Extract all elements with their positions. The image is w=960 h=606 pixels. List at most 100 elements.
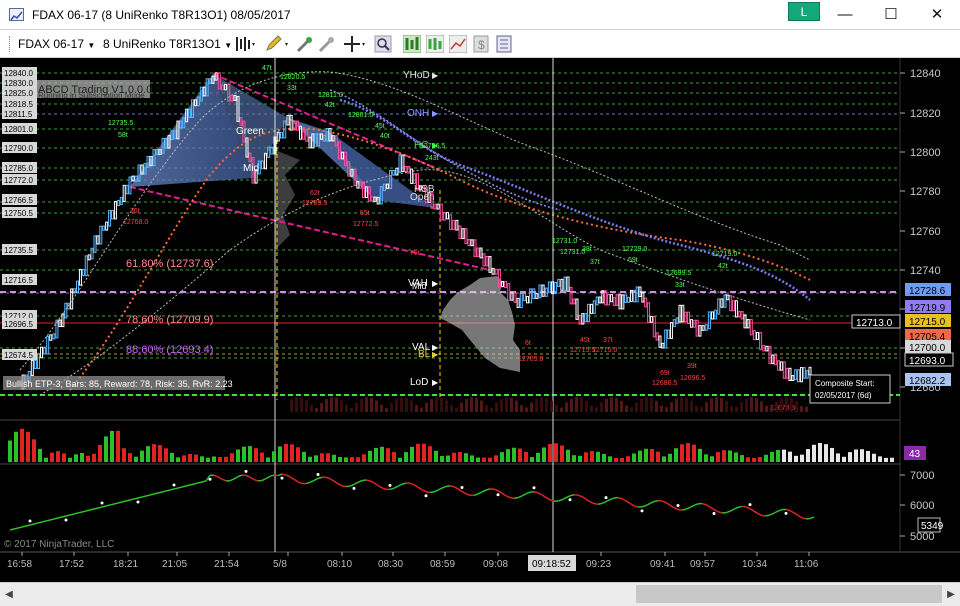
indicator-segment [137, 496, 143, 499]
bartype-dropdown[interactable]: 8 UniRenko T8R13O1 ▼ [103, 37, 232, 51]
maximize-button[interactable]: ☐ [868, 0, 914, 30]
indicator-segment [245, 474, 251, 478]
add-indicator-icon[interactable] [296, 35, 314, 53]
properties-icon[interactable] [495, 35, 513, 53]
level-labels: YHoD ▶ ONH ▶ HC ▶ HSB Open VAH ▶ Mid VAL ▶ BL… [403, 70, 439, 388]
volume-ribbon-bar [315, 408, 318, 412]
indicator-segment [561, 497, 567, 501]
volume-bar [194, 454, 198, 462]
price-bar [111, 210, 114, 220]
volume-ribbon-bar [460, 402, 463, 412]
volume-ribbon-bar [705, 402, 708, 412]
price-marker-text: 12719.9 [909, 303, 946, 314]
price-bar [516, 297, 520, 309]
indicator-segment [481, 489, 487, 493]
indicator-segment [9, 528, 15, 531]
volume-bar [542, 447, 546, 462]
volume-bar [764, 454, 768, 462]
zoom-icon[interactable] [374, 35, 392, 53]
volume-ribbon-bar [440, 397, 443, 412]
price-tick-label: 12740 [910, 265, 941, 277]
annotation-label: 37t [603, 337, 613, 344]
price-bar [522, 292, 526, 301]
indicator-segment [669, 504, 675, 509]
volume-ribbon-bar [400, 397, 403, 412]
indicator-segment [685, 506, 691, 510]
volume-bar [98, 444, 102, 462]
arrow-right-icon: ▶ [432, 350, 439, 359]
price-bar [541, 284, 545, 297]
volume-ribbon-bar [450, 404, 453, 412]
time-axis[interactable]: 16:58 17:52 18:21 21:05 21:54 5/8 08:10 08:30 08… [7, 552, 819, 570]
annotation-label: 59t [628, 257, 638, 264]
remove-indicator-icon[interactable] [318, 35, 336, 53]
volume-bar [884, 457, 888, 462]
indicators-icon[interactable] [425, 34, 445, 54]
annotation-label: 38t [582, 246, 592, 253]
pencil-draw-icon[interactable] [265, 35, 288, 53]
data-series-icon[interactable] [402, 34, 422, 54]
close-button[interactable]: ✕ [914, 0, 960, 30]
volume-bar [296, 447, 300, 462]
indicator-segment [617, 496, 623, 500]
volume-bar [776, 449, 780, 462]
price-bar [797, 369, 801, 383]
indicator-segment [449, 485, 455, 488]
annotation-label: 12772.5 [353, 221, 378, 228]
link-badge-button[interactable]: L [788, 2, 820, 21]
indicator-segment [453, 486, 459, 490]
price-chart-area[interactable]: YHoD ▶ ONH ▶ HC ▶ HSB Open VAH ▶ Mid VAL ▶ BL… [0, 58, 960, 582]
volume-ribbon-bar [415, 404, 418, 412]
scroll-left-arrow-icon[interactable]: ◀ [0, 583, 18, 606]
volume-bar [176, 457, 180, 462]
volume-bar [422, 443, 426, 462]
indicator-segment [349, 483, 355, 487]
crosshair-icon[interactable] [344, 35, 365, 53]
indicator-segment [17, 526, 23, 529]
volume-bar [674, 448, 678, 462]
scroll-right-arrow-icon[interactable]: ▶ [942, 583, 960, 606]
annotation-label: 45t [375, 123, 385, 130]
volume-bar [668, 453, 672, 462]
volume-ribbon-bar [625, 405, 628, 412]
indicator-segment [581, 496, 587, 500]
price-bar [794, 369, 798, 381]
left-level-text: 12735.5 [4, 246, 33, 255]
scrollbar-thumb[interactable] [636, 585, 942, 603]
volume-bar [842, 456, 846, 462]
indicator-dot [748, 503, 752, 507]
dollar-icon[interactable]: $ [472, 35, 490, 53]
price-bar [589, 303, 593, 314]
indicator-segment [729, 508, 735, 512]
indicator-segment [421, 489, 427, 493]
price-bar [641, 291, 645, 303]
minimize-button[interactable]: — [822, 0, 868, 30]
indicator-segment [25, 524, 31, 527]
strategies-icon[interactable] [448, 34, 468, 54]
volume-bar [8, 440, 12, 462]
horizontal-scrollbar[interactable]: ◀ ▶ [0, 582, 960, 606]
volume-bar [188, 453, 192, 462]
price-bar [286, 114, 290, 126]
annotation-label: 12735.5 [108, 120, 133, 127]
volume-ribbon-bar [410, 400, 413, 412]
indicator-segment [125, 499, 131, 502]
volume-bar [440, 455, 444, 462]
indicator-segment [541, 494, 547, 499]
price-bar [805, 370, 809, 379]
volume-ribbon-bar [595, 407, 598, 412]
left-level-text: 12772.0 [4, 176, 33, 185]
volume-ribbon-bar [375, 400, 378, 412]
volume-bar [722, 450, 726, 462]
chart-style-icon[interactable] [234, 35, 255, 53]
indicator-dot [136, 500, 140, 504]
indicator-segment [377, 484, 383, 489]
chart-canvas[interactable]: YHoD ▶ ONH ▶ HC ▶ HSB Open VAH ▶ Mid VAL ▶ BL… [0, 58, 960, 582]
indicator-line [9, 469, 815, 531]
volume-bar [326, 453, 330, 462]
instrument-dropdown[interactable]: FDAX 06-17 ▼ [18, 37, 95, 51]
volume-bar [32, 439, 36, 462]
indicator-segment [665, 502, 671, 506]
price-bar [488, 256, 492, 273]
indicator-segment [473, 493, 479, 496]
